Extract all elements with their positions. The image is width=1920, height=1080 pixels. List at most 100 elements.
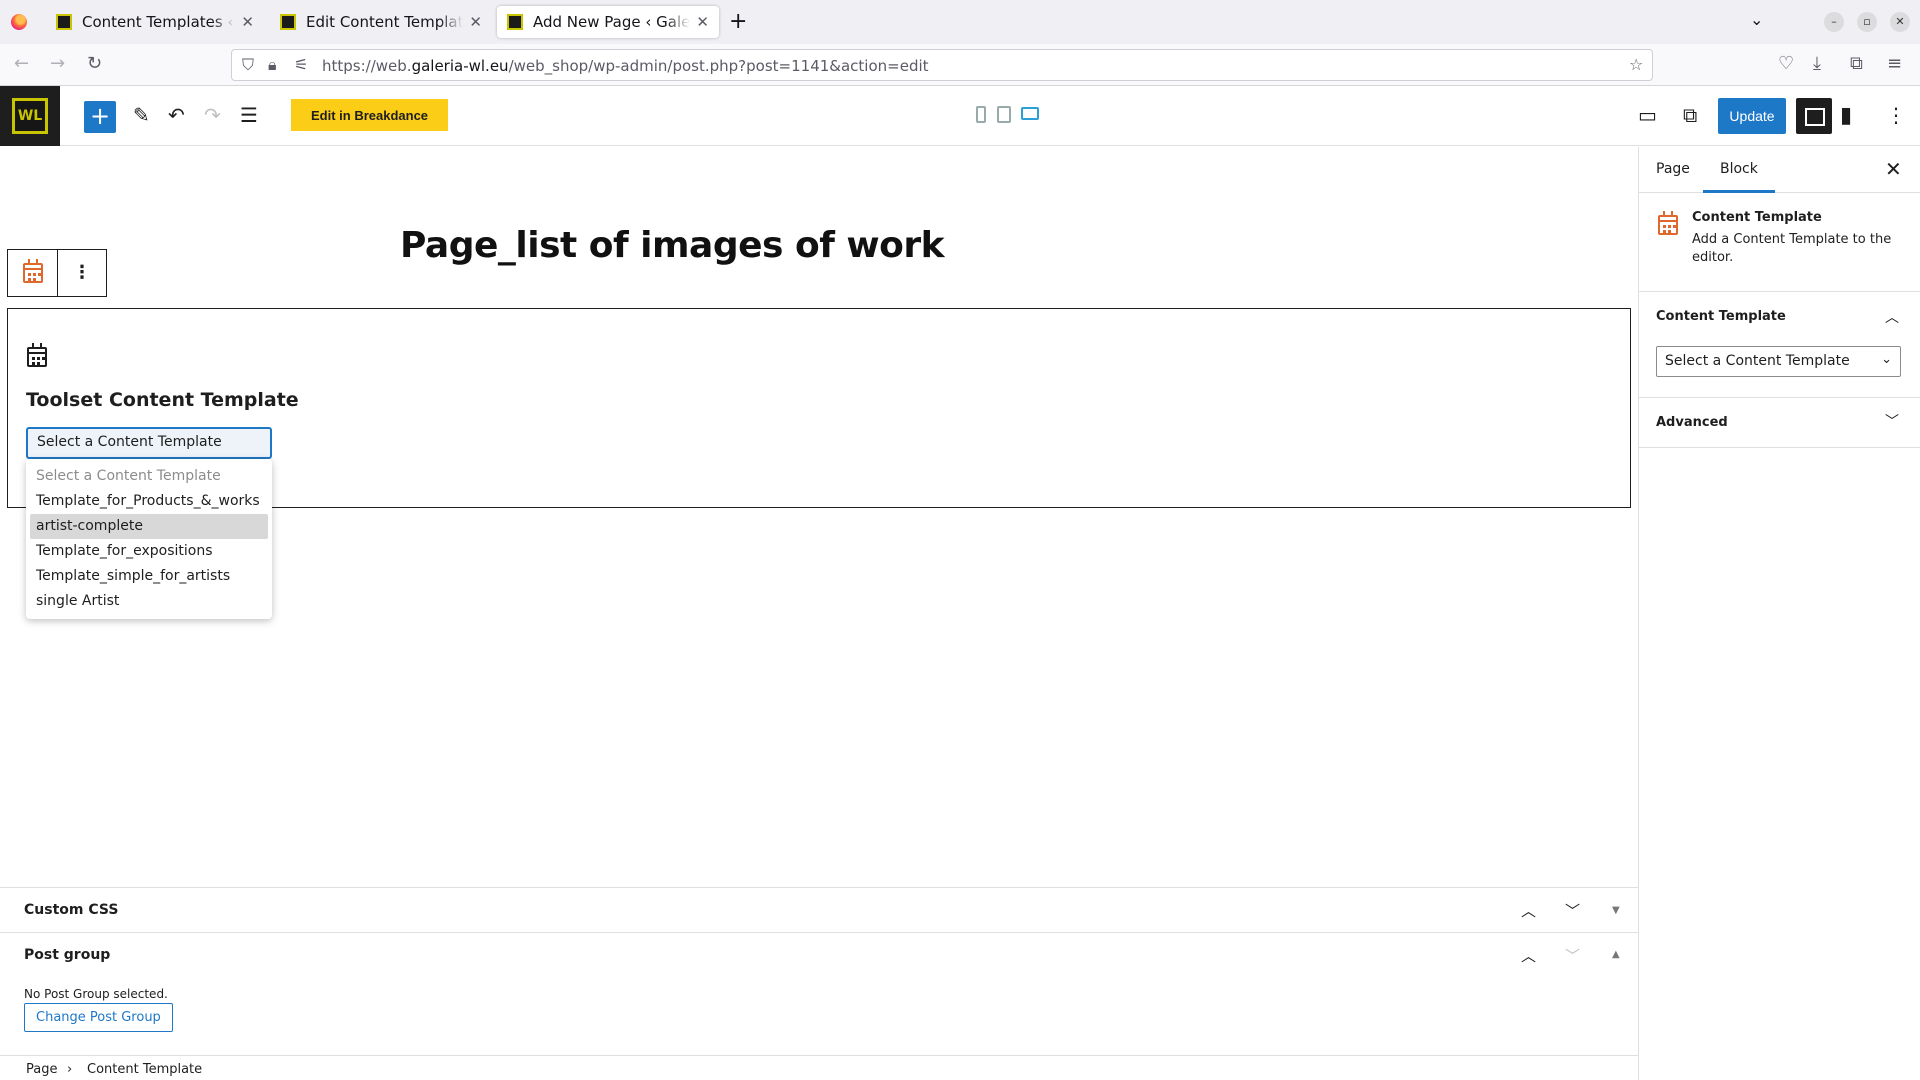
close-tab-icon[interactable]: ✕ — [469, 13, 482, 31]
tablet-preview-icon[interactable] — [997, 106, 1011, 123]
mobile-preview-icon[interactable] — [976, 106, 986, 123]
close-window-icon[interactable]: ✕ — [1890, 12, 1910, 32]
dropdown-option[interactable]: single Artist — [30, 589, 268, 614]
lock-icon[interactable]: 🔒︎ — [268, 55, 277, 75]
calendar-icon — [27, 343, 47, 367]
post-group-metabox: Post group ︿ ﹀ ▲ No Post Group selected.… — [0, 932, 1638, 1055]
document-overview-icon[interactable]: ☰ — [240, 103, 258, 127]
panel-title[interactable]: Advanced — [1656, 415, 1728, 430]
view-icon[interactable]: ▭ — [1638, 103, 1657, 127]
downloads-icon[interactable]: ⤓ — [1813, 53, 1821, 74]
close-icon[interactable]: ✕ — [1885, 157, 1902, 181]
move-up-icon[interactable]: ︿ — [1521, 945, 1536, 966]
site-favicon-icon — [56, 14, 72, 30]
undo-icon[interactable]: ↶ — [168, 103, 185, 127]
plugin-icon[interactable]: ▮ — [1840, 103, 1852, 128]
close-tab-icon[interactable]: ✕ — [696, 13, 709, 31]
editor-canvas[interactable]: Page_list of images of work ⋮ Toolset Co… — [0, 147, 1638, 887]
settings-sidebar-toggle-icon[interactable] — [1796, 98, 1832, 134]
block-inserter-button[interactable]: + — [84, 101, 116, 133]
block-breadcrumb: Page › Content Template — [0, 1055, 1638, 1080]
chevron-down-icon: ⌄ — [1881, 352, 1892, 367]
calendar-icon — [1658, 211, 1678, 235]
metabox-title[interactable]: Post group — [24, 947, 110, 963]
options-menu-icon: ⋮ — [73, 262, 91, 283]
page-title[interactable]: Page_list of images of work — [400, 225, 945, 266]
browser-tab-bar: Content Templates ‹ Galeria WL ✕ Edit Co… — [0, 0, 1920, 44]
dropdown-option[interactable]: Select a Content Template — [30, 464, 268, 489]
dropdown-option-highlighted[interactable]: artist-complete — [30, 514, 268, 539]
move-up-icon[interactable]: ︿ — [1521, 900, 1536, 921]
menu-icon[interactable]: ≡ — [1887, 53, 1902, 74]
reload-icon[interactable]: ↻ — [87, 53, 102, 74]
chevron-down-icon[interactable]: ﹀ — [1885, 411, 1899, 431]
sidebar-content-template-select[interactable]: Select a Content Template ⌄ — [1656, 346, 1901, 377]
content-template-dropdown: Select a Content Template Template_for_P… — [26, 459, 272, 619]
metabox-title[interactable]: Custom CSS — [24, 902, 118, 918]
block-heading: Toolset Content Template — [26, 389, 299, 411]
block-type-button[interactable] — [8, 250, 57, 296]
new-tab-icon[interactable]: + — [729, 9, 747, 34]
move-down-icon[interactable]: ﹀ — [1565, 945, 1580, 966]
forward-icon[interactable]: → — [50, 53, 65, 74]
chevron-right-icon: › — [67, 1062, 73, 1077]
breadcrumb-item-page[interactable]: Page — [26, 1062, 57, 1077]
editor-header: WL + ✎ ↶ ↷ ☰ Edit in Breakdance ▭ ⧉ Upda… — [0, 86, 1920, 146]
custom-css-metabox: Custom CSS ︿ ﹀ ▼ — [0, 887, 1638, 932]
site-logo[interactable]: WL — [0, 86, 60, 146]
extensions-icon[interactable]: ⧉ — [1850, 53, 1863, 74]
block-card: Content Template Add a Content Template … — [1639, 193, 1920, 292]
block-card-description: Add a Content Template to the editor. — [1692, 232, 1892, 265]
tab-title: Add New Page ‹ Galeria WL — [533, 13, 691, 31]
redo-icon[interactable]: ↷ — [204, 103, 221, 127]
browser-tab[interactable]: Content Templates ‹ Galeria WL ✕ — [46, 6, 264, 38]
block-toolbar: ⋮ — [7, 249, 107, 297]
minimize-icon[interactable]: – — [1824, 12, 1844, 32]
back-icon[interactable]: ← — [14, 53, 29, 74]
firefox-icon — [11, 14, 27, 30]
dropdown-option[interactable]: Template_for_expositions — [30, 539, 268, 564]
move-down-icon[interactable]: ﹀ — [1565, 900, 1580, 921]
sidebar-tabs: Page Block ✕ — [1639, 147, 1920, 193]
content-template-panel: Content Template ︿ Select a Content Temp… — [1639, 292, 1920, 398]
dropdown-option[interactable]: Template_simple_for_artists — [30, 564, 268, 589]
tab-title: Edit Content Template “1 — [306, 13, 464, 31]
dropdown-option[interactable]: Template_for_Products_&_works — [30, 489, 268, 514]
advanced-panel: Advanced ﹀ — [1639, 398, 1920, 448]
url-text: https://web.galeria-wl.eu/web_shop/wp-ad… — [322, 57, 929, 75]
browser-nav-bar: ← → ↻ ⛉ 🔒︎ ⚟ https://web.galeria-wl.eu/w… — [0, 44, 1920, 86]
pocket-icon[interactable]: ♡ — [1778, 53, 1794, 74]
view-post-external-icon[interactable]: ⧉ — [1683, 103, 1697, 127]
shield-icon[interactable]: ⛉ — [242, 55, 254, 75]
tab-block[interactable]: Block — [1703, 161, 1775, 193]
breadcrumb-item-current[interactable]: Content Template — [87, 1062, 202, 1077]
toggle-panel-icon[interactable]: ▲ — [1612, 949, 1620, 960]
block-options-button[interactable]: ⋮ — [57, 250, 106, 296]
change-post-group-button[interactable]: Change Post Group — [24, 1003, 173, 1032]
toggle-panel-icon[interactable]: ▼ — [1612, 905, 1620, 916]
tab-page[interactable]: Page — [1656, 161, 1690, 177]
tab-title: Content Templates ‹ Galeria WL — [82, 13, 235, 31]
close-tab-icon[interactable]: ✕ — [241, 13, 254, 31]
chevron-up-icon[interactable]: ︿ — [1885, 307, 1899, 327]
content-template-select[interactable]: Select a Content Template — [26, 427, 272, 459]
bookmark-star-icon[interactable]: ☆ — [1629, 55, 1643, 74]
permissions-icon[interactable]: ⚟ — [294, 55, 308, 74]
list-all-tabs-icon[interactable]: ⌄ — [1750, 10, 1763, 29]
site-favicon-icon — [280, 14, 296, 30]
block-card-title: Content Template — [1692, 210, 1822, 225]
edit-in-breakdance-button[interactable]: Edit in Breakdance — [291, 99, 449, 131]
wl-logo-icon: WL — [12, 98, 48, 134]
pencil-tools-icon[interactable]: ✎ — [133, 103, 150, 127]
browser-tab-active[interactable]: Add New Page ‹ Galeria WL ✕ — [497, 6, 719, 38]
restore-icon[interactable]: ▫ — [1857, 12, 1877, 32]
settings-sidebar: Page Block ✕ Content Template Add a Cont… — [1638, 147, 1920, 1080]
desktop-preview-icon[interactable] — [1021, 107, 1039, 120]
panel-title[interactable]: Content Template — [1656, 309, 1786, 324]
browser-tab[interactable]: Edit Content Template “1 ✕ — [270, 6, 492, 38]
site-favicon-icon — [507, 14, 523, 30]
url-bar[interactable]: ⛉ 🔒︎ ⚟ https://web.galeria-wl.eu/web_sho… — [231, 49, 1653, 81]
options-menu-icon[interactable]: ⋮ — [1886, 103, 1906, 127]
update-button[interactable]: Update — [1718, 98, 1786, 134]
calendar-icon — [22, 259, 43, 283]
